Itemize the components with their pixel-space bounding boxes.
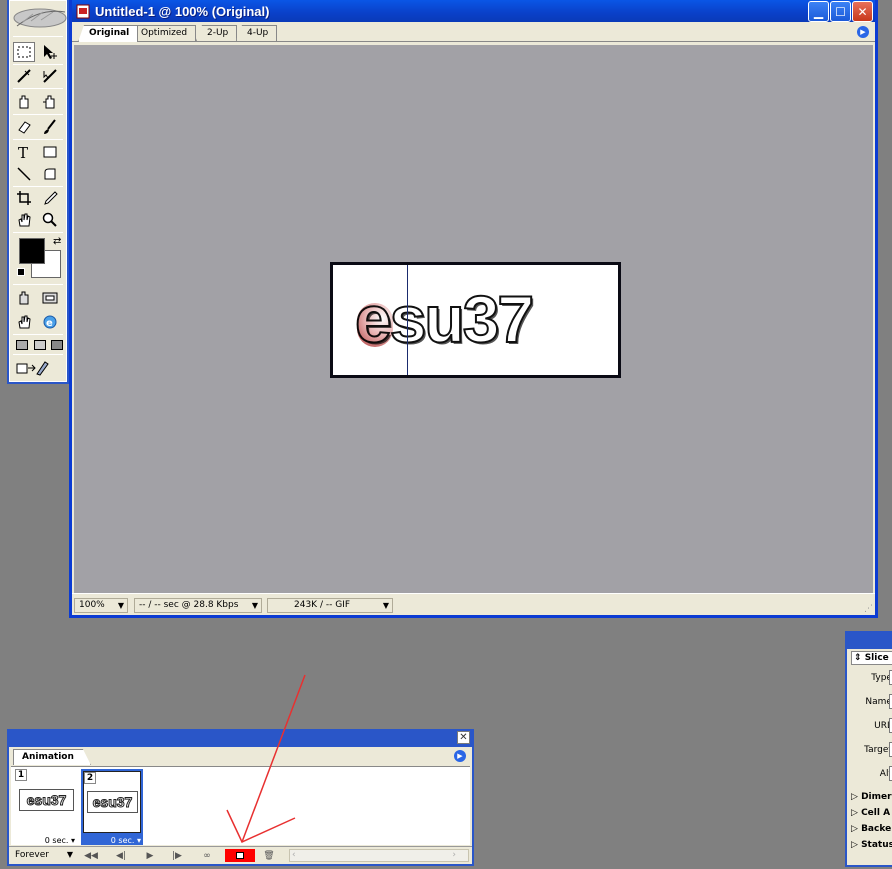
close-icon: ✕	[857, 4, 868, 19]
annotation-arrow	[226, 674, 306, 843]
document-icon	[76, 4, 90, 18]
toggle-image-map-icon[interactable]	[39, 288, 61, 308]
document-title: Untitled-1 @ 100% (Original)	[95, 3, 270, 19]
marquee-tool-icon[interactable]	[13, 42, 35, 62]
custom-shape-tool-icon[interactable]	[39, 164, 61, 184]
zoom-select[interactable]: 100% ▼	[74, 598, 128, 613]
minimize-icon: ▁	[813, 4, 824, 19]
default-colors-icon[interactable]	[17, 268, 25, 276]
frame-thumbnail: esu37	[19, 789, 74, 811]
foreground-color-swatch[interactable]	[19, 238, 45, 264]
name-label: Name:	[865, 697, 892, 707]
eyedropper-tool-icon[interactable]	[39, 188, 61, 208]
chevron-left-icon[interactable]: ‹	[292, 850, 296, 860]
tab-original[interactable]: Original	[78, 25, 139, 42]
target-label: Target:	[864, 745, 892, 755]
frame-number: 2	[84, 772, 96, 784]
svg-text:T: T	[18, 144, 28, 161]
slice-select-tool-icon[interactable]	[39, 66, 61, 86]
zoom-tool-icon[interactable]	[39, 210, 61, 230]
chevron-down-icon: ▼	[382, 601, 389, 610]
play-icon: ▶	[146, 850, 154, 861]
minimize-button[interactable]: ▁	[808, 1, 829, 22]
panel-menu-icon[interactable]: ▶	[454, 750, 466, 762]
canvas-e-gradient-overlay	[357, 303, 393, 347]
panel-menu-icon[interactable]: ▶	[857, 26, 869, 38]
tab-4-up[interactable]: 4-Up	[236, 25, 278, 41]
properties-panel: ⇕ Slice Type: Name: URL: Target: Alt: ▷ …	[845, 631, 892, 867]
toggle-slices-icon[interactable]	[13, 288, 35, 308]
frame-delay[interactable]: 0 sec. ▾	[111, 836, 141, 845]
resize-grip-icon[interactable]: ⋰	[864, 604, 873, 614]
maximize-button[interactable]: ☐	[830, 1, 851, 22]
frame-number: 1	[15, 769, 27, 781]
section-status[interactable]: ▷ Status	[851, 840, 892, 850]
next-frame-button[interactable]: |▶	[167, 849, 187, 862]
view-tabs: Original Optimized 2-Up 4-Up ▶	[72, 22, 875, 42]
frame-delay[interactable]: 0 sec. ▾	[45, 836, 75, 845]
first-frame-button[interactable]: ◀◀	[81, 849, 101, 862]
tab-optimized[interactable]: Optimized	[130, 25, 197, 41]
section-background[interactable]: ▷ Backe	[851, 824, 891, 834]
frame-scrollbar[interactable]: ‹ ›	[289, 849, 469, 862]
canvas-area[interactable]: esu37	[74, 45, 873, 593]
hand-tool-icon[interactable]	[13, 210, 35, 230]
frame-thumbnail: esu37	[87, 791, 138, 813]
animation-frame-1[interactable]: 1 esu37 0 sec. ▾	[15, 769, 77, 845]
document-window: Untitled-1 @ 100% (Original) ▁ ☐ ✕ Origi…	[69, 0, 878, 618]
screen-mode-standard-icon[interactable]	[16, 340, 28, 350]
slice-tool-icon[interactable]	[13, 66, 35, 86]
tab-animation[interactable]: Animation	[13, 749, 91, 765]
feather-logo-icon	[13, 8, 67, 28]
tab-2-up[interactable]: 2-Up	[196, 25, 238, 41]
animation-frame-2[interactable]: 2 esu37 0 sec. ▾	[81, 769, 143, 845]
document-titlebar[interactable]: Untitled-1 @ 100% (Original) ▁ ☐ ✕	[72, 0, 875, 22]
previous-frame-button[interactable]: ◀|	[111, 849, 131, 862]
new-frame-icon	[236, 852, 244, 859]
chevron-down-icon: ▼	[66, 850, 73, 859]
tween-button[interactable]: ∞	[197, 849, 217, 862]
maximize-icon: ☐	[835, 4, 846, 19]
chevron-right-icon[interactable]: ›	[452, 850, 456, 860]
chevron-down-icon: ▼	[251, 601, 258, 610]
screen-mode-full-icon[interactable]	[51, 340, 63, 350]
rewind-icon: ◀◀	[84, 850, 98, 861]
rollover-preview-icon[interactable]	[13, 312, 35, 332]
type-tool-icon[interactable]: T	[13, 142, 35, 162]
slice-guide[interactable]	[407, 265, 408, 375]
crop-tool-icon[interactable]	[13, 188, 35, 208]
show-slices-tool-icon[interactable]	[39, 92, 61, 112]
eraser-tool-icon[interactable]	[13, 117, 35, 137]
brush-tool-icon[interactable]	[39, 117, 61, 137]
chevron-down-icon: ▼	[117, 601, 124, 610]
tween-icon: ∞	[203, 850, 211, 861]
move-tool-icon[interactable]	[39, 42, 61, 62]
preview-in-browser-icon[interactable]: e	[39, 312, 61, 332]
toolbox-panel: T ⇄ e	[7, 0, 69, 384]
panel-close-icon[interactable]: ✕	[457, 731, 470, 744]
duplicate-frame-button[interactable]	[225, 849, 255, 862]
delete-frame-button[interactable]: 🗑	[259, 849, 279, 862]
hide-slices-tool-icon[interactable]	[13, 92, 35, 112]
swap-colors-icon[interactable]: ⇄	[53, 236, 61, 247]
section-dimensions[interactable]: ▷ Dimer	[851, 792, 892, 802]
play-button[interactable]: ▶	[140, 849, 160, 862]
section-cell-align[interactable]: ▷ Cell A	[851, 808, 890, 818]
speed-select[interactable]: -- / -- sec @ 28.8 Kbps ▼	[134, 598, 262, 613]
image-canvas[interactable]: esu37	[330, 262, 621, 378]
loop-select[interactable]: Forever ▼	[11, 849, 75, 862]
screen-mode-full-menu-icon[interactable]	[34, 340, 46, 350]
line-tool-icon[interactable]	[13, 164, 35, 184]
document-status-bar: 100% ▼ -- / -- sec @ 28.8 Kbps ▼ 243K / --…	[72, 593, 875, 615]
size-format-select[interactable]: 243K / -- GIF ▼	[267, 598, 393, 613]
properties-tab[interactable]: ⇕ Slice	[851, 651, 892, 665]
trash-icon: 🗑	[263, 850, 275, 861]
step-forward-icon: |▶	[172, 850, 182, 861]
rectangle-tool-icon[interactable]	[39, 142, 61, 162]
close-button[interactable]: ✕	[852, 1, 873, 22]
jump-to-photoshop-icon[interactable]	[13, 358, 53, 378]
step-back-icon: ◀|	[116, 850, 126, 861]
svg-text:e: e	[46, 318, 53, 329]
